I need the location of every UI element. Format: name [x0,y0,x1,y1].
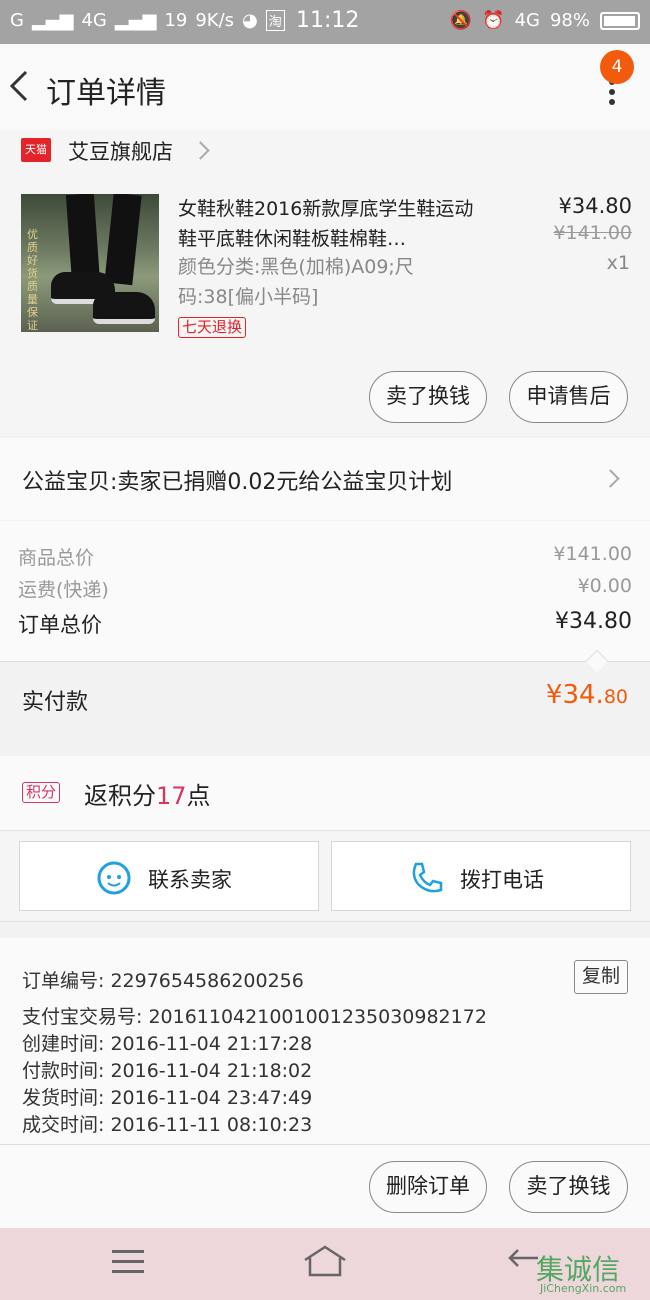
image-watermark: 优质好货质量保证 [27,228,38,332]
store-name: 艾豆旗舰店 [68,140,173,164]
nav-bar: 订单详情 4 [0,44,650,130]
order-info: 订单编号: 2297654586200256 复制 支付宝交易号: 201611… [0,938,650,1144]
contact-bar: 联系卖家 拨打电话 [0,830,650,922]
points-badge: 积分 [22,782,61,803]
notification-badge: 4 [600,50,634,84]
product-quantity: x1 [606,252,630,274]
order-total-label: 订单总价 [18,613,102,637]
goods-total-label: 商品总价 [18,547,95,569]
product-original-price: ¥141.00 [553,222,632,244]
back-arrow-icon[interactable] [6,66,36,106]
network-label: 4G [81,10,107,31]
page-title: 订单详情 [46,76,166,111]
notification-count: 19 [164,10,188,31]
signal-icon: ▂▄▆ [31,10,74,31]
call-phone-button[interactable]: 拨打电话 [331,841,631,911]
order-total-value: ¥34.80 [555,609,632,634]
chevron-right-icon [191,141,210,160]
product-title[interactable]: 女鞋秋鞋2016新款厚底学生鞋运动鞋平底鞋休闲鞋板鞋棉鞋… [178,194,488,254]
delete-order-button[interactable]: 删除订单 [369,1161,487,1213]
mute-icon: 🔕 [449,10,473,31]
price-summary: 商品总价 ¥141.00 运费(快递) ¥0.00 订单总价 ¥34.80 [0,521,650,661]
site-watermark: 集诚信 JiChengXin.com [536,1253,627,1295]
call-phone-label: 拨打电话 [460,868,544,892]
battery-icon [600,11,640,30]
created-time: 创建时间: 2016-11-04 21:17:28 [22,1033,313,1055]
paid-time: 付款时间: 2016-11-04 21:18:02 [22,1060,313,1082]
alipay-number: 支付宝交易号: 2016110421001001235030982172 [22,1006,487,1028]
seven-day-return-badge: 七天退换 [178,317,247,338]
chat-bubble-icon [97,861,131,895]
completed-time: 成交时间: 2016-11-11 08:10:23 [22,1114,313,1136]
goods-total-value: ¥141.00 [553,543,632,565]
contact-seller-button[interactable]: 联系卖家 [19,841,319,911]
order-actions: 删除订单 卖了换钱 [0,1144,650,1228]
product-image[interactable]: 优质好货质量保证 [21,194,159,332]
tmall-badge-icon: 天猫 [21,138,51,162]
qq-icon: ◕ [242,10,258,31]
product-attributes: 颜色分类:黑色(加棉)A09;尺码:38[偏小半码] [178,256,414,308]
shipping-value: ¥0.00 [577,575,632,597]
charity-row[interactable]: 公益宝贝:卖家已捐赠0.02元给公益宝贝计划 [0,438,650,520]
shipped-time: 发货时间: 2016-11-04 23:47:49 [22,1087,313,1109]
phone-icon [412,862,443,893]
points-row: 积分 返积分17点 [0,756,650,830]
status-bar: G ▂▄▆ 4G ▂▄▆ 19 9K/s ◕ 淘 11:12 🔕 ⏰ 4G 98… [0,0,650,44]
battery-percent: 98% [549,10,590,31]
home-icon[interactable] [302,1244,348,1278]
points-text: 返积分17点 [84,782,211,810]
order-item: 优质好货质量保证 女鞋秋鞋2016新款厚底学生鞋运动鞋平底鞋休闲鞋板鞋棉鞋… 颜… [0,186,650,436]
sell-for-cash-button-2[interactable]: 卖了换钱 [509,1161,628,1213]
signal-icon-2: ▂▄▆ [114,10,157,31]
alarm-icon: ⏰ [482,10,505,31]
apply-after-sale-button[interactable]: 申请售后 [509,371,628,423]
taobao-icon: 淘 [265,10,285,31]
store-row[interactable]: 天猫 艾豆旗舰店 [0,130,650,186]
paid-value: ¥34.80 [545,680,628,710]
clock: 11:12 [296,8,360,33]
paid-row: 实付款 ¥34.80 [0,661,650,737]
chevron-right-icon [601,469,620,488]
order-number: 订单编号: 2297654586200256 [22,970,304,992]
speed-label: 9K/s [195,10,235,31]
copy-button[interactable]: 复制 [574,960,628,994]
contact-seller-label: 联系卖家 [148,868,232,892]
charity-text: 公益宝贝:卖家已捐赠0.02元给公益宝贝计划 [22,470,453,495]
network-label-2: 4G [514,10,540,31]
carrier-label: G [10,10,24,31]
sell-for-cash-button[interactable]: 卖了换钱 [369,371,487,423]
shipping-label: 运费(快递) [18,579,109,601]
paid-label: 实付款 [22,690,89,715]
product-price: ¥34.80 [558,194,632,218]
menu-icon[interactable] [112,1250,144,1276]
